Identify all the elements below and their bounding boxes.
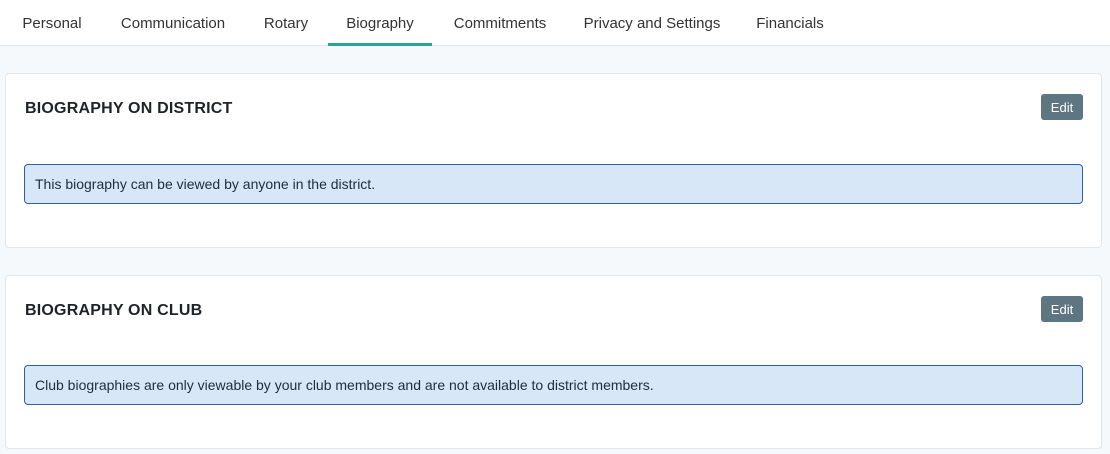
district-biography-card: BIOGRAPHY ON DISTRICT Edit This biograph… (5, 73, 1102, 248)
club-info-alert: Club biographies are only viewable by yo… (24, 365, 1083, 405)
district-info-alert: This biography can be viewed by anyone i… (24, 164, 1083, 204)
tab-privacy-and-settings[interactable]: Privacy and Settings (568, 0, 736, 46)
tab-commitments[interactable]: Commitments (438, 0, 562, 46)
tab-biography[interactable]: Biography (328, 0, 432, 46)
tab-financials[interactable]: Financials (742, 0, 838, 46)
tab-communication[interactable]: Communication (106, 0, 240, 46)
club-info-text: Club biographies are only viewable by yo… (35, 377, 654, 393)
district-info-text: This biography can be viewed by anyone i… (35, 176, 376, 192)
profile-tabs: Personal Communication Rotary Biography … (0, 0, 1110, 46)
tab-rotary[interactable]: Rotary (246, 0, 326, 46)
club-biography-title: BIOGRAPHY ON CLUB (25, 302, 203, 319)
tab-personal[interactable]: Personal (4, 0, 100, 46)
club-biography-card: BIOGRAPHY ON CLUB Edit Club biographies … (5, 275, 1102, 449)
club-edit-button[interactable]: Edit (1041, 296, 1083, 322)
district-biography-title: BIOGRAPHY ON DISTRICT (25, 100, 233, 117)
district-edit-button[interactable]: Edit (1041, 94, 1083, 120)
